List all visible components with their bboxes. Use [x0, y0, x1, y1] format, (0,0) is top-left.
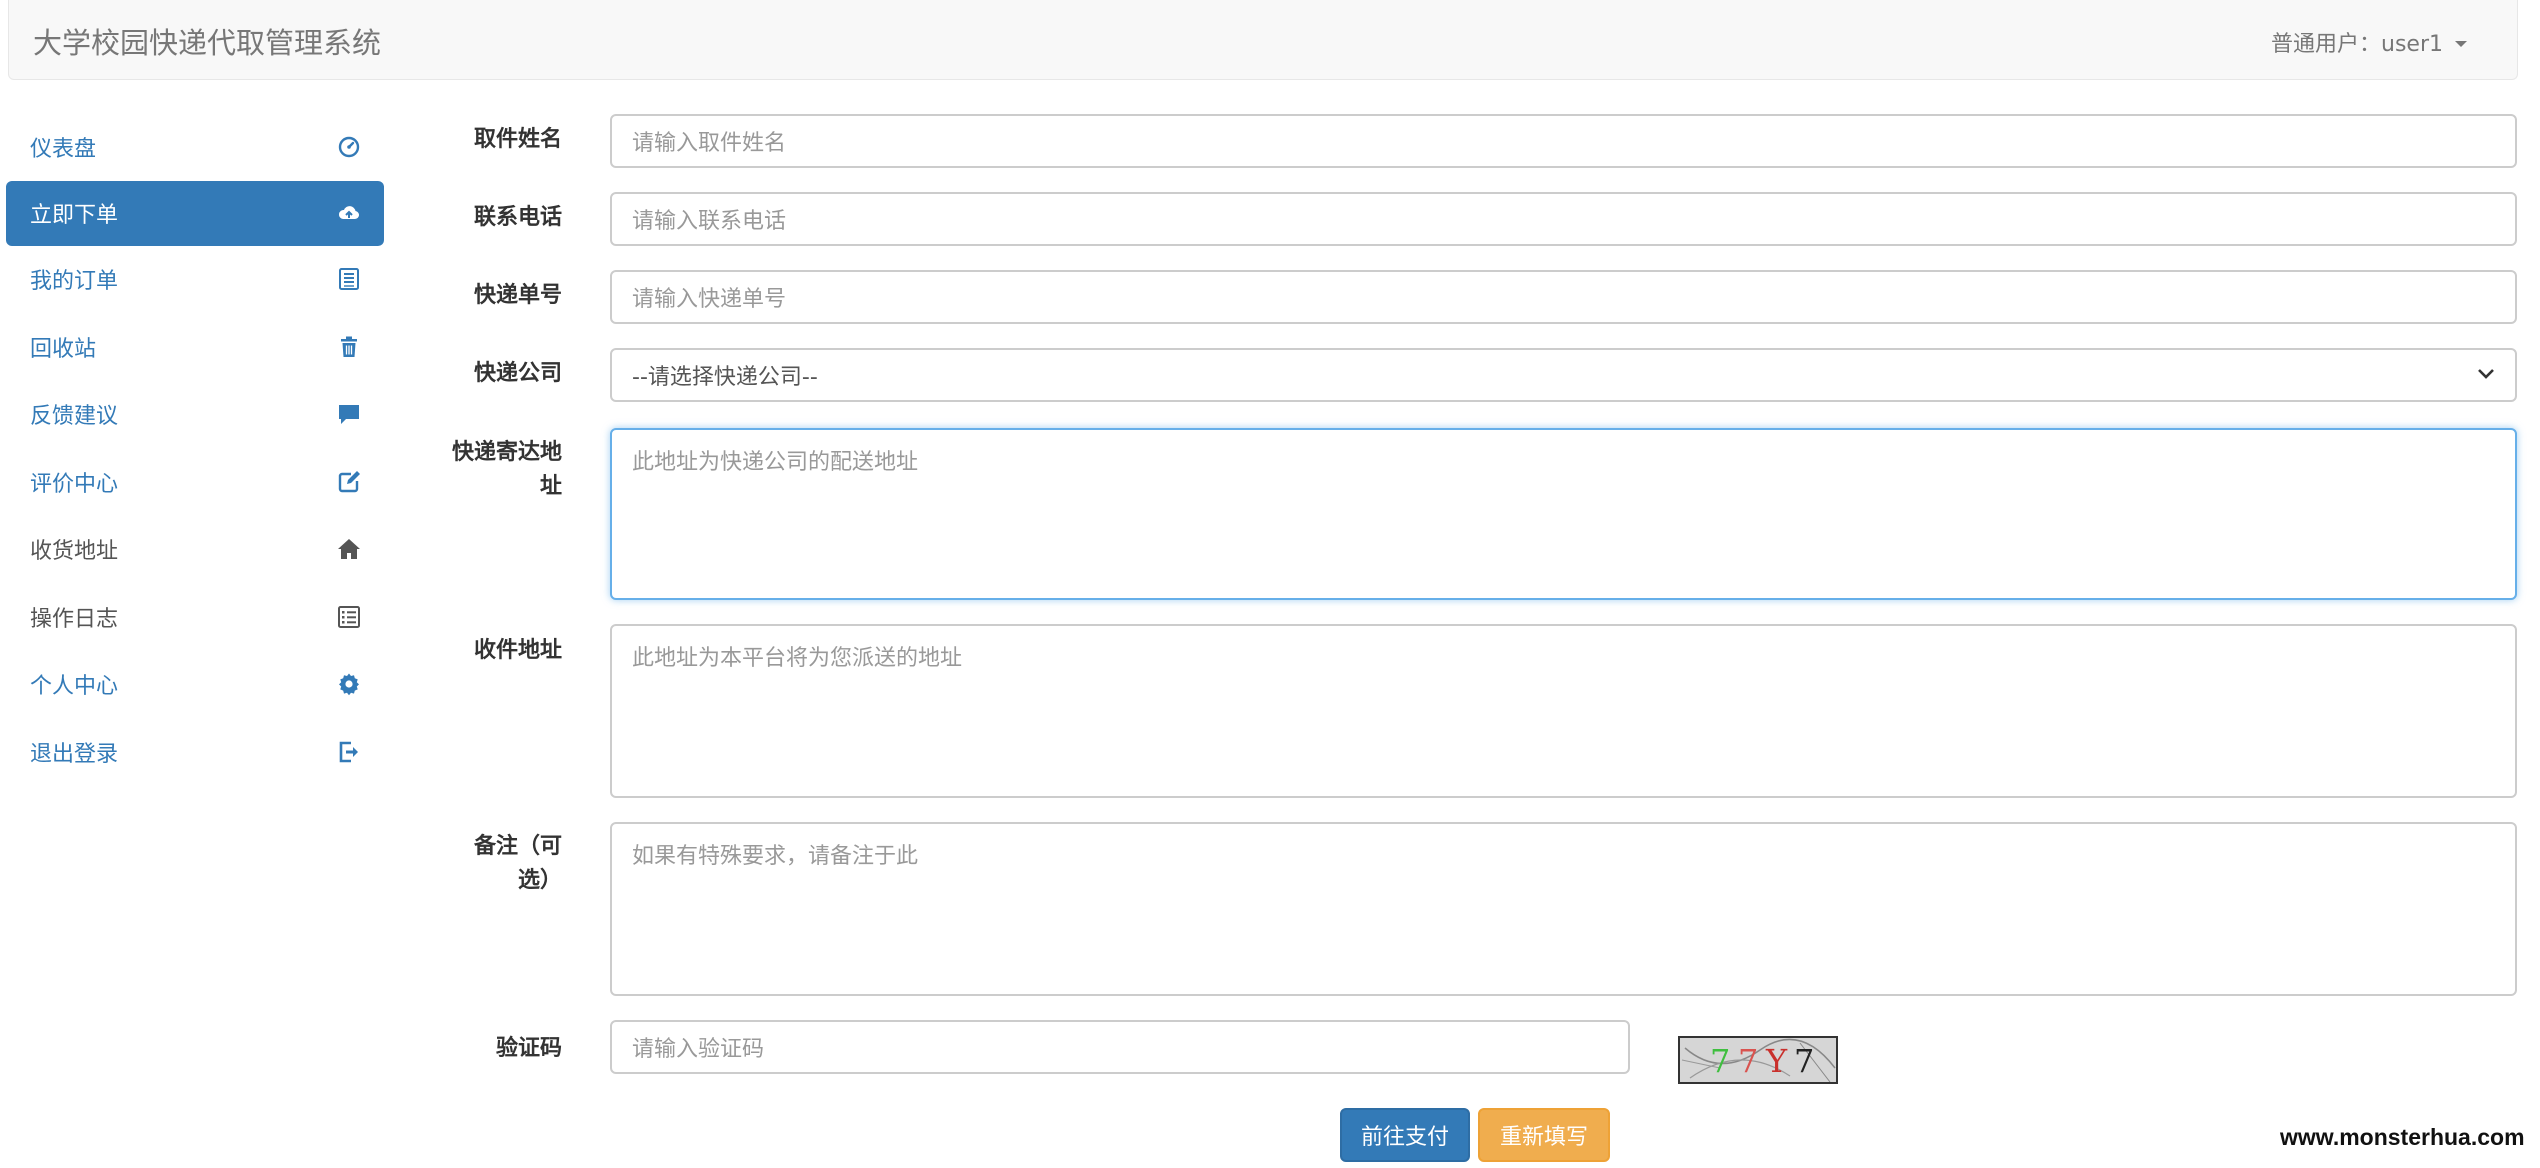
sidebar-item-dashboard[interactable]: 仪表盘	[6, 113, 384, 181]
phone-label: 联系电话	[473, 205, 562, 230]
sidebar-item-label: 立即下单	[30, 203, 119, 228]
sidebar-item-label: 我的订单	[30, 269, 119, 295]
note-placeholder: 如果有特殊要求，请备注于此	[632, 844, 919, 869]
user-menu-dropdown[interactable]: 普通用户：user1	[2271, 26, 2467, 58]
sidebar-item-feedback[interactable]: 反馈建议	[6, 381, 384, 449]
pay-button[interactable]: 前往支付	[1340, 1108, 1470, 1162]
note-textarea[interactable]: 如果有特殊要求，请备注于此	[610, 822, 2517, 996]
note-label-line1: 备注（可	[473, 834, 562, 859]
send-address-label: 快递寄达地 址	[452, 436, 562, 504]
sidebar-item-label: 操作日志	[30, 606, 119, 632]
send-address-label-line2: 址	[539, 474, 562, 499]
caret-down-icon	[2455, 40, 2467, 47]
note-label-line2: 选）	[517, 868, 562, 893]
sidebar-item-label: 回收站	[30, 336, 97, 362]
captcha-label: 验证码	[495, 1036, 562, 1061]
name-placeholder: 请输入取件姓名	[632, 131, 787, 156]
gear-icon	[336, 671, 362, 697]
tracking-placeholder: 请输入快递单号	[632, 287, 787, 312]
captcha-placeholder: 请输入验证码	[632, 1037, 765, 1062]
sidebar-item-label: 仪表盘	[30, 136, 97, 162]
logout-icon	[336, 739, 362, 765]
sidebar-item-label: 个人中心	[30, 674, 119, 700]
phone-input[interactable]: 请输入联系电话	[610, 192, 2517, 246]
note-label: 备注（可 选）	[474, 830, 562, 898]
sidebar-item-personal-center[interactable]: 个人中心	[6, 651, 384, 719]
user-menu-label: 普通用户：user1	[2271, 32, 2443, 57]
receive-address-label: 收件地址	[473, 638, 562, 663]
chevron-down-icon	[2477, 363, 2495, 388]
reset-button[interactable]: 重新填写	[1478, 1108, 1610, 1162]
sidebar-item-label: 收货地址	[30, 539, 119, 565]
company-selected-value: --请选择快递公司--	[632, 365, 818, 390]
receive-address-textarea[interactable]: 此地址为本平台将为您派送的地址	[610, 624, 2517, 798]
app-title[interactable]: 大学校园快递代取管理系统	[33, 20, 381, 62]
trash-icon	[336, 334, 362, 360]
dashboard-icon	[336, 134, 362, 160]
send-address-placeholder: 此地址为快递公司的配送地址	[632, 450, 919, 475]
company-label: 快递公司	[473, 361, 562, 386]
sidebar-item-logout[interactable]: 退出登录	[6, 718, 384, 786]
sidebar-item-label: 退出登录	[30, 741, 119, 767]
home-icon	[336, 536, 362, 562]
sidebar-item-order-now[interactable]: 立即下单	[6, 180, 384, 246]
captcha-image[interactable]: 7 7 Y 7	[1678, 1036, 1838, 1084]
sidebar-item-recycle-bin[interactable]: 回收站	[6, 313, 384, 381]
sidebar-item-label: 反馈建议	[30, 404, 119, 430]
receive-address-placeholder: 此地址为本平台将为您派送的地址	[632, 646, 963, 671]
company-select[interactable]: --请选择快递公司--	[610, 348, 2517, 402]
sidebar-item-delivery-address[interactable]: 收货地址	[6, 516, 384, 584]
tracking-input[interactable]: 请输入快递单号	[610, 270, 2517, 324]
name-input[interactable]: 请输入取件姓名	[610, 114, 2517, 168]
send-address-label-line1: 快递寄达地	[451, 440, 562, 465]
sidebar-item-label: 评价中心	[30, 471, 119, 497]
sidebar-item-my-orders[interactable]: 我的订单	[6, 246, 384, 314]
watermark: www.monsterhua.com	[2280, 1124, 2525, 1150]
send-address-textarea[interactable]: 此地址为快递公司的配送地址	[610, 428, 2517, 600]
list-icon	[336, 266, 362, 292]
name-label: 取件姓名	[473, 127, 562, 152]
tracking-label: 快递单号	[473, 283, 562, 308]
phone-placeholder: 请输入联系电话	[632, 209, 787, 234]
sidebar-item-review-center[interactable]: 评价中心	[6, 448, 384, 516]
sidebar: 仪表盘 立即下单 我的订单 回收站 反馈建议 评价中心 收货地址 操作日志 个人…	[6, 113, 384, 786]
captcha-input[interactable]: 请输入验证码	[610, 1020, 1630, 1074]
top-navbar: 大学校园快递代取管理系统 普通用户：user1	[8, 0, 2518, 80]
cloud-upload-icon	[336, 200, 362, 226]
edit-icon	[336, 469, 362, 495]
comment-icon	[336, 401, 362, 427]
list-alt-icon	[336, 604, 362, 630]
sidebar-item-operation-log[interactable]: 操作日志	[6, 583, 384, 651]
